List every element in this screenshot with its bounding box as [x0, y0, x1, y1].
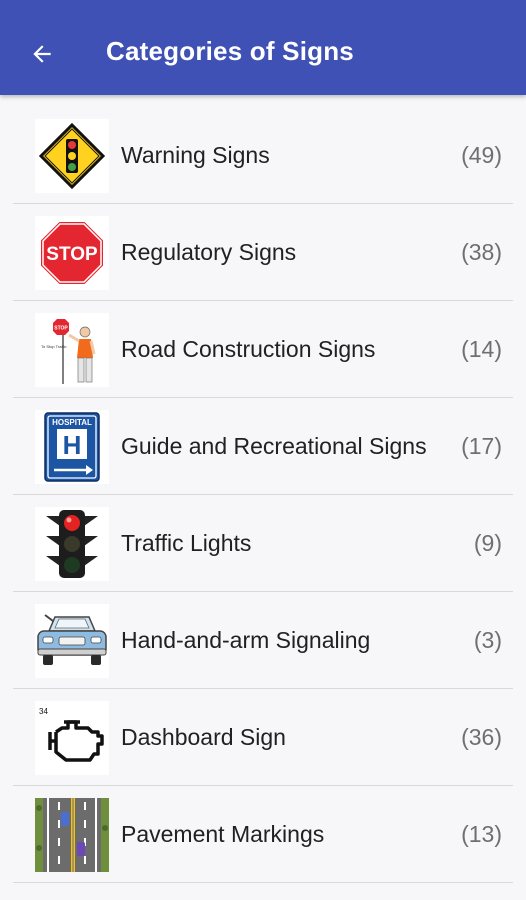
category-label: Regulatory Signs [121, 239, 297, 265]
category-label: Traffic Lights [121, 530, 252, 556]
engine-icon: 34 [35, 701, 109, 775]
svg-text:STOP: STOP [54, 326, 68, 332]
car-icon [35, 604, 109, 678]
category-label: Dashboard Sign [121, 724, 286, 750]
category-label: Road Construction Signs [121, 336, 376, 362]
svg-text:To Stop Traffic: To Stop Traffic [41, 344, 67, 349]
road-markings-icon [35, 798, 109, 872]
category-item-guide-and-recreational-signs[interactable]: HOSPITAL H Guide and Recreational Signs … [0, 398, 526, 495]
svg-text:HOSPITAL: HOSPITAL [52, 418, 92, 427]
category-label: Warning Signs [121, 142, 270, 168]
category-item-hand-and-arm-signaling[interactable]: Hand-and-arm Signaling (3) [0, 592, 526, 689]
category-item-traffic-lights[interactable]: Traffic Lights (9) [0, 495, 526, 592]
category-count: (3) [473, 627, 502, 653]
category-item-regulatory-signs[interactable]: STOP Regulatory Signs (38) [0, 204, 526, 301]
category-list: Warning Signs (49) STOP Regulatory Signs… [0, 107, 526, 883]
category-count: (36) [461, 724, 502, 750]
category-count: (17) [461, 433, 502, 459]
category-item-warning-signs[interactable]: Warning Signs (49) [0, 107, 526, 204]
category-count: (14) [461, 336, 502, 362]
category-item-pavement-markings[interactable]: Pavement Markings (13) [0, 786, 526, 883]
arrow-back-icon [33, 45, 51, 63]
svg-text:STOP: STOP [46, 244, 98, 265]
warning-sign-icon [35, 119, 109, 193]
category-count: (9) [473, 530, 502, 556]
category-label: Pavement Markings [121, 821, 325, 847]
svg-text:34: 34 [39, 707, 48, 716]
svg-text:H: H [63, 430, 82, 460]
stop-sign-icon: STOP [35, 216, 109, 290]
category-label: Hand-and-arm Signaling [121, 627, 371, 653]
category-count: (38) [461, 239, 502, 265]
traffic-light-icon [35, 507, 109, 581]
flagger-icon: STOP To Stop Traffic [35, 313, 109, 387]
page-title: Categories of Signs [106, 36, 354, 66]
app-bar: Categories of Signs [0, 0, 526, 95]
category-count: (49) [461, 142, 502, 168]
category-count: (13) [461, 821, 502, 847]
back-button[interactable] [22, 34, 62, 74]
category-label: Guide and Recreational Signs [121, 433, 427, 459]
hospital-sign-icon: HOSPITAL H [35, 410, 109, 484]
category-item-dashboard-sign[interactable]: 34 Dashboard Sign (36) [0, 689, 526, 786]
category-item-road-construction-signs[interactable]: STOP To Stop Traffic Road Construction S… [0, 301, 526, 398]
